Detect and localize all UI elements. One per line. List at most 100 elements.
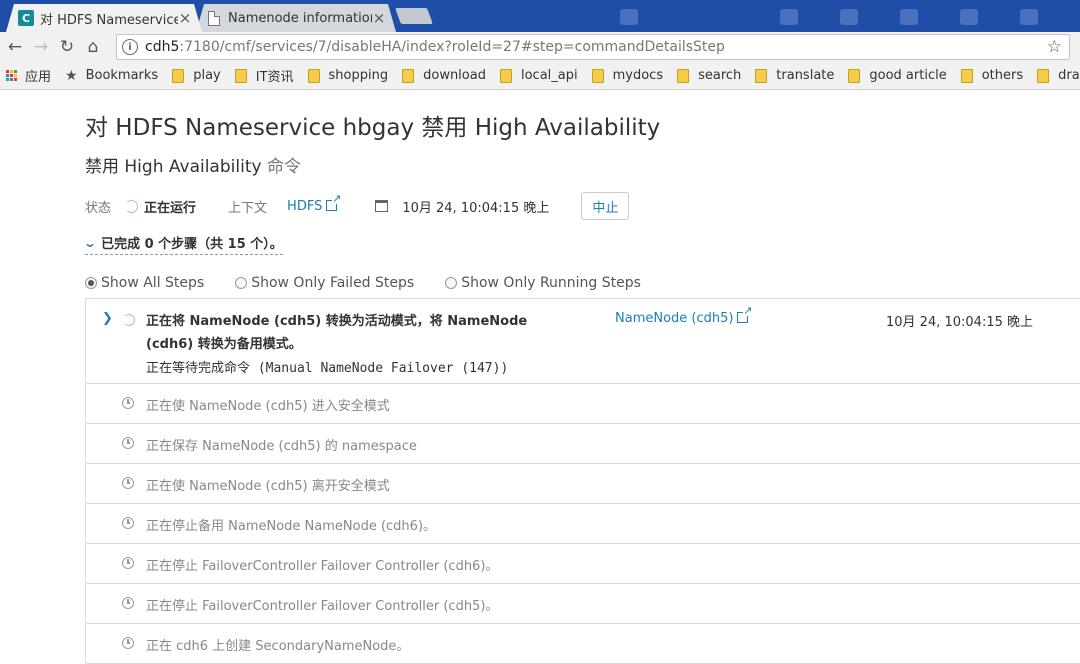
url-path: :7180/cmf/services/7/disableHA/index?rol…: [179, 39, 725, 55]
new-tab-button[interactable]: [395, 8, 433, 24]
radio-icon: [445, 277, 458, 289]
filter-running-steps[interactable]: Show Only Running Steps: [445, 275, 641, 291]
tab-title: 对 HDFS Nameservice h: [40, 12, 178, 28]
step-title: 正在停止备用 NameNode NameNode (cdh6)。: [146, 519, 437, 534]
folder-icon: [499, 68, 512, 83]
step-title: 正在停止 FailoverController Failover Control…: [146, 559, 499, 574]
bookmark-apps[interactable]: 应用: [6, 66, 51, 85]
document-icon: [208, 10, 220, 26]
steps-progress-text: 已完成 0 个步骤（共 15 个）。: [101, 237, 283, 252]
status-value: 正在运行: [144, 200, 197, 216]
back-arrow-icon[interactable]: ←: [2, 34, 28, 60]
folder-icon: [402, 68, 415, 83]
chevron-right-icon[interactable]: ❯: [102, 311, 113, 326]
status-label: 状态: [85, 200, 112, 216]
bookmark-label: local_api: [520, 68, 578, 83]
radio-icon: [235, 277, 248, 289]
clock-icon: [122, 597, 134, 609]
bookmark-folder[interactable]: translate: [755, 68, 834, 83]
step-title: 正在使 NameNode (cdh5) 离开安全模式: [146, 479, 390, 494]
clock-icon: [122, 517, 134, 529]
bookmark-folder[interactable]: draw: [1037, 68, 1080, 83]
bookmark-label: draw: [1058, 68, 1080, 83]
step-role-link[interactable]: NameNode (cdh5): [615, 305, 753, 326]
context-label: 上下文: [228, 200, 268, 216]
step-pending: 正在 cdh6 上创建 SecondaryNameNode。: [86, 624, 1080, 664]
close-icon[interactable]: ×: [178, 9, 192, 27]
page-title: 对 HDFS Nameservice hbgay 禁用 High Availab…: [85, 115, 661, 141]
step-pending: 正在保存 NameNode (cdh5) 的 namespace: [86, 424, 1080, 464]
bookmark-folder[interactable]: others: [960, 68, 1024, 83]
forward-arrow-icon[interactable]: →: [28, 34, 54, 60]
apps-grid-icon: [6, 70, 17, 81]
chevron-down-icon: ⌄: [82, 235, 98, 250]
desktop-background: [540, 0, 1080, 32]
bookmark-label: others: [981, 68, 1024, 83]
command-subtitle: 禁用 High Availability 命令: [85, 152, 301, 177]
calendar-icon: [375, 200, 389, 212]
filter-label: Show Only Running Steps: [461, 275, 641, 291]
steps-list: ❯ 正在将 NameNode (cdh5) 转换为活动模式，将 NameNode…: [85, 298, 1080, 664]
folder-icon: [591, 68, 604, 83]
radio-icon: [85, 277, 97, 289]
context-link[interactable]: HDFS: [287, 192, 342, 214]
bookmark-star-icon[interactable]: ☆: [1047, 37, 1062, 57]
step-pending: 正在使 NameNode (cdh5) 进入安全模式: [86, 384, 1080, 424]
bookmark-label: play: [193, 68, 221, 83]
step-pending: 正在使 NameNode (cdh5) 离开安全模式: [86, 464, 1080, 504]
bookmark-folder[interactable]: local_api: [499, 68, 578, 83]
clock-icon: [122, 437, 134, 449]
command-details-page: 对 HDFS Nameservice hbgay 禁用 High Availab…: [0, 91, 1080, 664]
bookmark-label: 应用: [25, 70, 52, 85]
close-icon[interactable]: ×: [372, 9, 386, 27]
steps-progress-toggle[interactable]: ⌄ 已完成 0 个步骤（共 15 个）。: [82, 233, 283, 255]
step-time: 10月 24, 10:04:15 晚上: [886, 315, 1033, 330]
tab-namenode-information[interactable]: Namenode information ×: [196, 4, 396, 32]
bookmark-label: search: [698, 68, 742, 83]
context-link-text: HDFS: [287, 198, 323, 214]
external-link-icon: [326, 192, 342, 211]
folder-icon: [960, 68, 973, 83]
bookmark-label: shopping: [328, 68, 389, 83]
bookmark-folder[interactable]: IT资讯: [234, 66, 294, 85]
folder-icon: [677, 68, 690, 83]
browser-toolbar: ← → ↻ ⌂ i cdh5:7180/cmf/services/7/disab…: [0, 32, 1080, 62]
bookmark-bookmarks[interactable]: ★ Bookmarks: [65, 68, 158, 84]
folder-icon: [172, 68, 185, 83]
clock-icon: [122, 637, 134, 649]
command-name: 禁用 High Availability: [85, 157, 262, 177]
bookmark-folder[interactable]: search: [677, 68, 741, 83]
folder-icon: [755, 68, 768, 83]
bookmarks-bar: 应用 ★ Bookmarks play IT资讯 shopping downlo…: [0, 62, 1080, 90]
step-title: 正在 cdh6 上创建 SecondaryNameNode。: [146, 639, 410, 654]
reload-icon[interactable]: ↻: [54, 34, 80, 60]
tab-disable-ha[interactable]: C 对 HDFS Nameservice h ×: [6, 4, 202, 32]
step-title: 正在停止 FailoverController Failover Control…: [146, 599, 499, 614]
address-bar[interactable]: i cdh5:7180/cmf/services/7/disableHA/ind…: [116, 34, 1070, 60]
bookmark-label: mydocs: [612, 68, 664, 83]
external-link-icon: [737, 305, 753, 323]
filter-failed-steps[interactable]: Show Only Failed Steps: [235, 275, 414, 291]
step-pending: 正在停止备用 NameNode NameNode (cdh6)。: [86, 504, 1080, 544]
step-title: 正在使 NameNode (cdh5) 进入安全模式: [146, 399, 390, 414]
step-title: 正在将 NameNode (cdh5) 转换为活动模式，将 NameNode (…: [146, 314, 528, 352]
home-icon[interactable]: ⌂: [80, 34, 106, 60]
url-host: cdh5: [145, 39, 180, 55]
abort-button[interactable]: 中止: [581, 192, 630, 220]
info-icon[interactable]: i: [122, 39, 138, 55]
step-title: 正在保存 NameNode (cdh5) 的 namespace: [146, 439, 417, 454]
filter-all-steps[interactable]: Show All Steps: [85, 275, 204, 291]
clock-icon: [122, 397, 134, 409]
command-status-row: 状态 正在运行 上下文 HDFS 10月 24, 10:04:15 晚上 中止: [85, 191, 630, 221]
folder-icon: [307, 68, 320, 83]
running-spinner-icon: [123, 314, 135, 326]
folder-icon: [1037, 68, 1050, 83]
bookmark-folder[interactable]: mydocs: [591, 68, 664, 83]
bookmark-folder[interactable]: shopping: [307, 68, 389, 83]
clock-icon: [122, 557, 134, 569]
bookmark-folder[interactable]: play: [172, 68, 221, 83]
bookmark-folder[interactable]: good article: [848, 68, 947, 83]
bookmark-folder[interactable]: download: [402, 68, 486, 83]
step-detail: 正在等待完成命令 (Manual NameNode Failover (147)…: [146, 361, 509, 376]
bookmark-label: Bookmarks: [85, 68, 159, 83]
